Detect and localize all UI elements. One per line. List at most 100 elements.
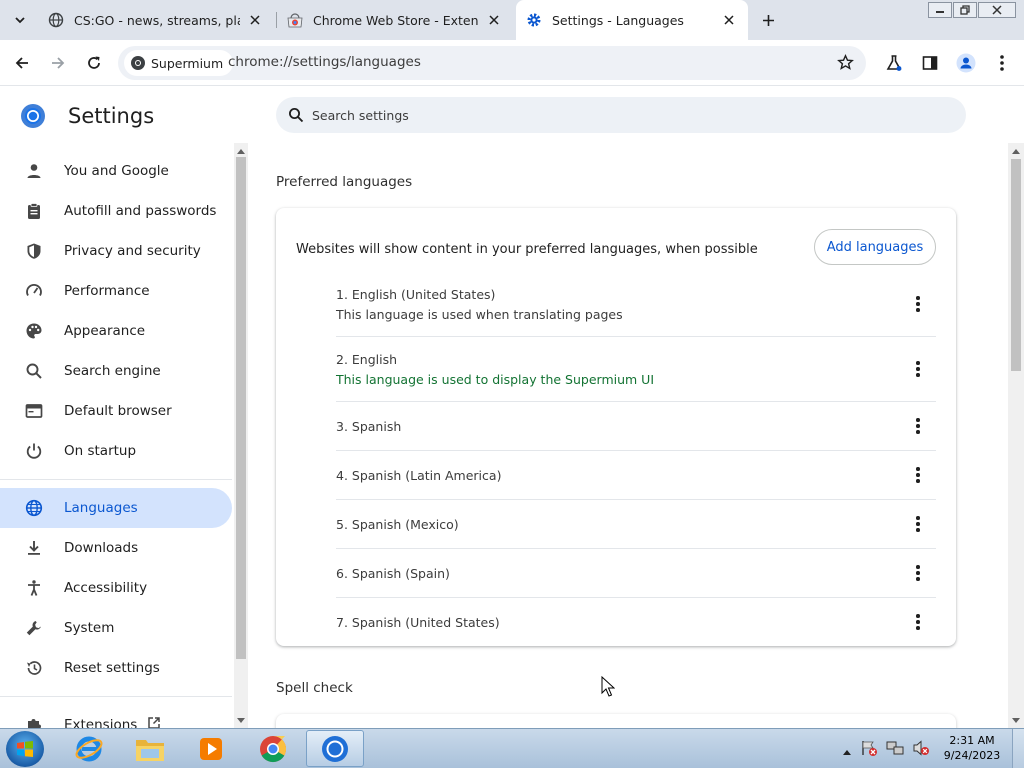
new-tab-button[interactable]	[756, 8, 780, 32]
chrome-web-store-icon	[287, 13, 303, 28]
nav-autofill[interactable]: Autofill and passwords	[0, 191, 232, 231]
tab-search-button[interactable]	[8, 8, 32, 32]
language-row: 4. Spanish (Latin America)	[336, 451, 936, 500]
tray-volume[interactable]	[912, 739, 930, 761]
tray-network[interactable]	[886, 739, 904, 761]
nav-on-startup[interactable]: On startup	[0, 431, 232, 471]
tray-expand-button[interactable]	[842, 741, 852, 760]
chrome-icon	[260, 735, 287, 762]
nav-search-engine[interactable]: Search engine	[0, 351, 232, 391]
close-window-button[interactable]	[978, 2, 1016, 18]
language-row: 6. Spanish (Spain)	[336, 549, 936, 598]
language-more-button[interactable]	[908, 610, 928, 634]
site-info-chip[interactable]: Supermium	[124, 50, 234, 76]
labs-button[interactable]	[882, 51, 906, 75]
language-more-button[interactable]	[908, 357, 928, 381]
forward-button[interactable]	[46, 51, 70, 75]
page-scrollbar[interactable]	[1008, 143, 1024, 728]
star-icon	[837, 54, 854, 70]
taskbar-internet-explorer[interactable]	[60, 730, 118, 767]
language-more-button[interactable]	[908, 414, 928, 438]
taskbar-chrome[interactable]	[244, 730, 302, 767]
restore-button[interactable]	[953, 2, 977, 18]
person-icon	[24, 161, 44, 181]
bookmark-button[interactable]	[837, 54, 854, 75]
tray-action-center[interactable]	[860, 739, 878, 761]
scroll-up-arrow[interactable]	[234, 145, 248, 157]
nav-system[interactable]: System	[0, 608, 232, 648]
menu-button[interactable]	[990, 51, 1014, 75]
language-row: 7. Spanish (United States)	[336, 598, 936, 646]
tab-settings-languages[interactable]: Settings - Languages	[516, 0, 748, 40]
profile-button[interactable]	[954, 51, 978, 75]
back-button[interactable]	[10, 51, 34, 75]
taskbar-supermium[interactable]	[306, 730, 364, 767]
reload-button[interactable]	[82, 51, 106, 75]
nav-label: Autofill and passwords	[64, 203, 217, 219]
scroll-up-arrow[interactable]	[1008, 145, 1024, 157]
language-more-button[interactable]	[908, 512, 928, 536]
language-more-button[interactable]	[908, 292, 928, 316]
tab-title: Chrome Web Store - Extensions	[313, 12, 479, 28]
nav-performance[interactable]: Performance	[0, 271, 232, 311]
system-tray	[842, 739, 930, 761]
arrow-left-icon	[15, 57, 28, 69]
supermium-icon	[322, 735, 348, 762]
taskbar-media-player[interactable]	[182, 730, 240, 767]
shield-icon	[24, 241, 44, 261]
media-player-icon	[200, 737, 222, 760]
page-title: Settings	[68, 104, 155, 128]
scroll-down-arrow[interactable]	[1008, 714, 1024, 726]
scrollbar-thumb[interactable]	[1011, 159, 1021, 371]
start-button[interactable]	[6, 731, 44, 767]
nav-accessibility[interactable]: Accessibility	[0, 568, 232, 608]
language-more-button[interactable]	[908, 561, 928, 585]
close-icon	[992, 5, 1002, 15]
nav-extensions[interactable]: Extensions	[0, 705, 232, 728]
nav-label: Downloads	[64, 540, 139, 556]
tab-title: Settings - Languages	[552, 12, 684, 28]
internet-explorer-icon	[75, 736, 103, 761]
settings-search[interactable]	[276, 97, 966, 133]
close-tab-button[interactable]	[485, 11, 503, 29]
nav-you-and-google[interactable]: You and Google	[0, 151, 232, 191]
supermium-icon	[131, 56, 145, 70]
taskbar-file-explorer[interactable]	[121, 730, 179, 767]
language-name: 4. Spanish (Latin America)	[336, 468, 502, 483]
gear-icon	[527, 13, 541, 27]
flask-icon	[886, 55, 902, 71]
minimize-button[interactable]	[928, 2, 952, 18]
language-more-button[interactable]	[908, 463, 928, 487]
scrollbar-thumb[interactable]	[236, 157, 246, 659]
close-tab-button[interactable]	[246, 11, 264, 29]
chevron-down-icon	[15, 17, 25, 24]
download-icon	[24, 538, 44, 558]
nav-label: Appearance	[64, 323, 146, 339]
palette-icon	[24, 321, 44, 341]
url-text[interactable]: chrome://settings/languages	[228, 54, 421, 70]
scroll-down-arrow[interactable]	[234, 714, 248, 726]
side-panel-button[interactable]	[918, 51, 942, 75]
sidebar-scrollbar[interactable]	[234, 143, 248, 728]
language-name: 5. Spanish (Mexico)	[336, 517, 459, 532]
tab-web-store[interactable]: Chrome Web Store - Extensions	[277, 0, 513, 40]
windows-logo-icon	[17, 741, 33, 757]
nav-downloads[interactable]: Downloads	[0, 528, 232, 568]
file-explorer-icon	[136, 739, 164, 761]
add-languages-button[interactable]: Add languages	[814, 229, 936, 265]
search-input[interactable]	[312, 107, 912, 123]
close-tab-button[interactable]	[720, 11, 738, 29]
nav-default-browser[interactable]: Default browser	[0, 391, 232, 431]
nav-privacy[interactable]: Privacy and security	[0, 231, 232, 271]
tab-csgo[interactable]: CS:GO - news, streams, players	[38, 0, 274, 40]
address-bar[interactable]: Supermium chrome://settings/languages	[118, 46, 866, 80]
nav-reset-settings[interactable]: Reset settings	[0, 648, 232, 688]
language-note: This language is used when translating p…	[336, 307, 623, 322]
nav-label: Default browser	[64, 403, 172, 419]
language-name: 2. English	[336, 352, 398, 367]
show-desktop-button[interactable]	[1012, 729, 1024, 768]
settings-header: Settings	[20, 103, 154, 129]
nav-appearance[interactable]: Appearance	[0, 311, 232, 351]
nav-languages[interactable]: Languages	[0, 488, 232, 528]
taskbar-clock[interactable]: 2:31 AM 9/24/2023	[936, 733, 1008, 763]
